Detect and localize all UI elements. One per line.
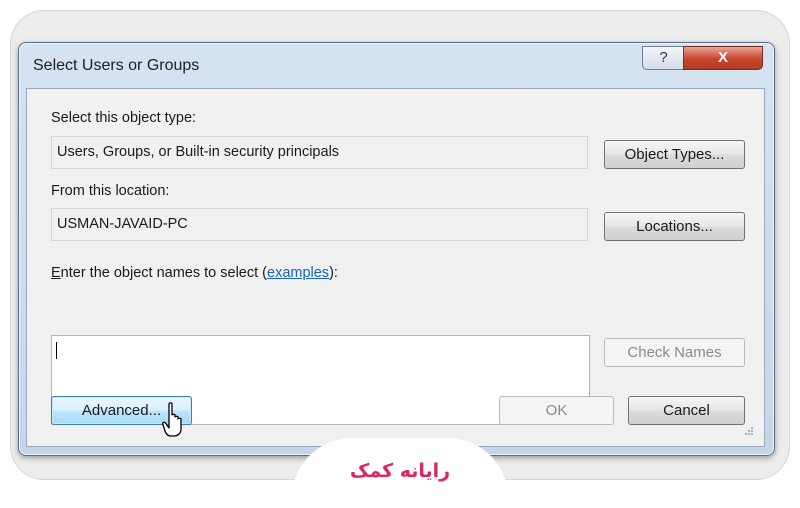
dialog-body: Select this object type: Users, Groups, … [26,88,765,447]
check-names-button[interactable]: Check Names [604,338,745,367]
resize-grip-icon[interactable] [742,426,754,438]
accelerator-key: E [51,265,61,281]
help-button[interactable]: ? [642,46,685,70]
names-label-text: nter the object names to select ( [60,265,267,281]
close-icon: X [717,49,728,66]
close-button[interactable]: X [683,46,763,70]
names-label-suffix: ): [329,265,338,281]
select-users-dialog: Select Users or Groups ? X Select this o… [18,42,775,456]
text-caret [56,342,57,359]
object-type-field: Users, Groups, or Built-in security prin… [51,136,588,169]
cancel-button[interactable]: Cancel [628,396,745,425]
location-field: USMAN-JAVAID-PC [51,208,588,241]
dialog-title: Select Users or Groups [33,57,200,74]
object-type-label: Select this object type: [51,110,197,126]
ok-button[interactable]: OK [499,396,614,425]
hand-pointer-cursor-icon [162,402,182,437]
object-types-button[interactable]: Object Types... [604,140,745,169]
location-label: From this location: [51,183,170,199]
locations-button[interactable]: Locations... [604,212,745,241]
examples-link[interactable]: examples [267,265,329,281]
help-icon: ? [659,49,668,66]
object-names-label: Enter the object names to select (exampl… [51,265,338,281]
watermark-logo: رایانه کمک [349,460,451,482]
